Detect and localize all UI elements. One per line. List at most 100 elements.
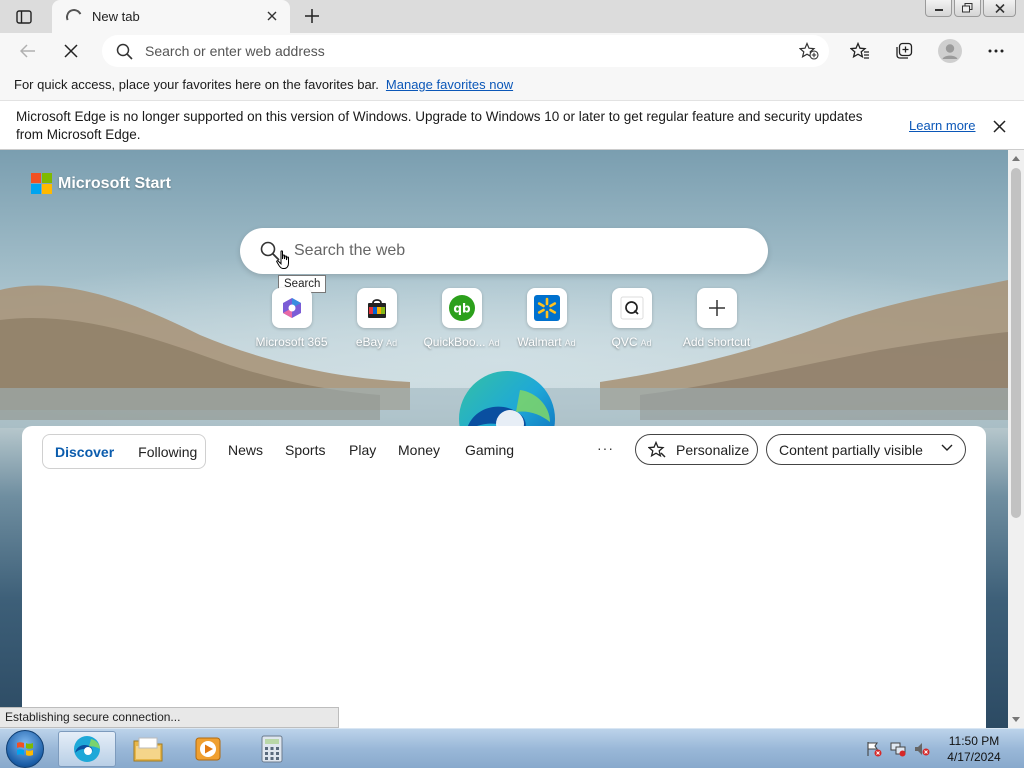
scroll-down-arrow[interactable] (1012, 717, 1020, 722)
tab-gaming[interactable]: Gaming (465, 442, 514, 458)
news-feed-panel: Discover Following News Sports Play Mone… (22, 426, 986, 728)
tab-news[interactable]: News (228, 442, 263, 458)
favorites-button[interactable] (846, 37, 874, 65)
tab-new-tab[interactable]: New tab (52, 0, 290, 33)
feed-mode-tabs: Discover Following (42, 434, 206, 469)
tab-following[interactable]: Following (126, 444, 209, 460)
collections-button[interactable] (890, 37, 918, 65)
shortcut-microsoft-365[interactable]: Microsoft 365 (249, 288, 334, 349)
shortcut-tile[interactable]: qb (441, 288, 482, 328)
network-icon[interactable] (890, 741, 906, 757)
address-input[interactable] (145, 43, 745, 59)
unsupported-os-infobar: Microsoft Edge is no longer supported on… (0, 101, 1024, 150)
tab-money[interactable]: Money (398, 442, 440, 458)
plus-icon (708, 300, 725, 316)
scroll-up-arrow[interactable] (1012, 156, 1020, 161)
calculator-icon (261, 735, 283, 763)
tab-play[interactable]: Play (349, 442, 376, 458)
taskbar-edge-button[interactable] (58, 731, 116, 767)
quick-links: Microsoft 365 eBay Ad qb QuickBoo... Ad Wa… (249, 288, 759, 349)
personalize-button[interactable]: Personalize (635, 434, 758, 465)
shortcut-quickbooks[interactable]: qb QuickBoo... Ad (419, 288, 504, 349)
collections-icon (896, 42, 913, 59)
loading-spinner-icon (63, 6, 85, 27)
restore-button[interactable] (954, 0, 981, 17)
action-center-flag-icon[interactable] (866, 741, 882, 757)
shortcut-tile[interactable] (526, 288, 567, 328)
chevron-down-icon (941, 444, 953, 451)
minimize-button[interactable] (925, 0, 952, 17)
settings-menu-button[interactable] (982, 37, 1010, 65)
profile-button[interactable] (936, 37, 964, 65)
qvc-icon (620, 296, 643, 320)
tab-actions-button[interactable] (8, 6, 40, 28)
folder-icon (133, 737, 163, 762)
tab-close-button[interactable] (264, 8, 280, 24)
plus-icon (305, 9, 319, 23)
shortcut-label: Add shortcut (682, 335, 751, 349)
manage-favorites-link[interactable]: Manage favorites now (386, 77, 513, 92)
shortcut-label: QuickBoo... Ad (423, 335, 500, 349)
content-visibility-dropdown[interactable]: Content partially visible (766, 434, 966, 465)
volume-muted-icon[interactable] (914, 741, 930, 757)
more-horizontal-icon (988, 49, 1004, 53)
toolbar (0, 33, 1024, 69)
add-favorite-icon[interactable] (799, 42, 819, 60)
shortcut-add[interactable]: Add shortcut (674, 288, 759, 349)
taskbar-calculator-button[interactable] (243, 731, 301, 767)
walmart-icon (533, 295, 560, 321)
brand-name: Microsoft Start (58, 174, 171, 192)
page-scrollbar[interactable] (1008, 150, 1024, 728)
windows-logo-icon (17, 742, 33, 756)
shortcut-tile[interactable] (611, 288, 652, 328)
shortcut-tile[interactable] (356, 288, 397, 328)
shortcut-tile[interactable] (696, 288, 737, 328)
more-categories-button[interactable]: ··· (597, 440, 614, 456)
tab-sports[interactable]: Sports (285, 442, 325, 458)
close-icon (992, 119, 1006, 133)
taskbar-explorer-button[interactable] (119, 731, 177, 767)
window-close-button[interactable] (983, 0, 1016, 17)
status-bubble: Establishing secure connection... (0, 707, 339, 728)
infobar-close-button[interactable] (990, 117, 1008, 135)
shortcut-ebay[interactable]: eBay Ad (334, 288, 419, 349)
microsoft-365-icon (282, 298, 301, 318)
system-clock[interactable]: 11:50 PM 4/17/2024 (936, 733, 1012, 765)
ebay-icon (367, 299, 386, 318)
title-bar: New tab (0, 0, 1024, 33)
shortcut-tile[interactable] (271, 288, 312, 328)
microsoft-start-brand[interactable]: Microsoft Start (31, 173, 171, 194)
edge-logo-icon (458, 370, 556, 430)
avatar-icon (938, 39, 962, 63)
taskbar-media-player-button[interactable] (179, 731, 237, 767)
search-icon (116, 43, 133, 60)
shortcut-walmart[interactable]: Walmart Ad (504, 288, 589, 349)
infobar-message: Microsoft Edge is no longer supported on… (16, 109, 863, 142)
stop-loading-button[interactable] (57, 37, 85, 65)
shortcut-label: eBay Ad (355, 335, 398, 349)
hand-cursor-icon (276, 250, 289, 269)
learn-more-link[interactable]: Learn more (909, 118, 975, 133)
content-visibility-value: Content partially visible (779, 441, 923, 458)
start-button[interactable] (6, 730, 44, 768)
favorites-bar-message: For quick access, place your favorites h… (14, 77, 379, 92)
shortcut-label: Microsoft 365 (255, 335, 328, 349)
web-search-box[interactable] (240, 228, 768, 274)
shortcut-label: Walmart Ad (517, 335, 576, 349)
address-bar[interactable] (102, 35, 829, 67)
scrollbar-thumb[interactable] (1011, 168, 1021, 518)
shortcut-qvc[interactable]: QVC Ad (589, 288, 674, 349)
close-icon (64, 44, 78, 58)
new-tab-button[interactable] (300, 5, 324, 27)
ad-badge: Ad (386, 338, 398, 348)
taskbar: 11:50 PM 4/17/2024 (0, 728, 1024, 768)
back-button[interactable] (14, 37, 42, 65)
favorites-icon (850, 42, 869, 59)
web-search-input[interactable] (294, 242, 734, 260)
arrow-left-icon (20, 44, 35, 58)
restore-icon (962, 3, 973, 13)
system-tray (866, 741, 930, 757)
ad-badge: Ad (488, 338, 500, 348)
tab-discover[interactable]: Discover (43, 444, 126, 460)
minimize-icon (934, 9, 943, 11)
